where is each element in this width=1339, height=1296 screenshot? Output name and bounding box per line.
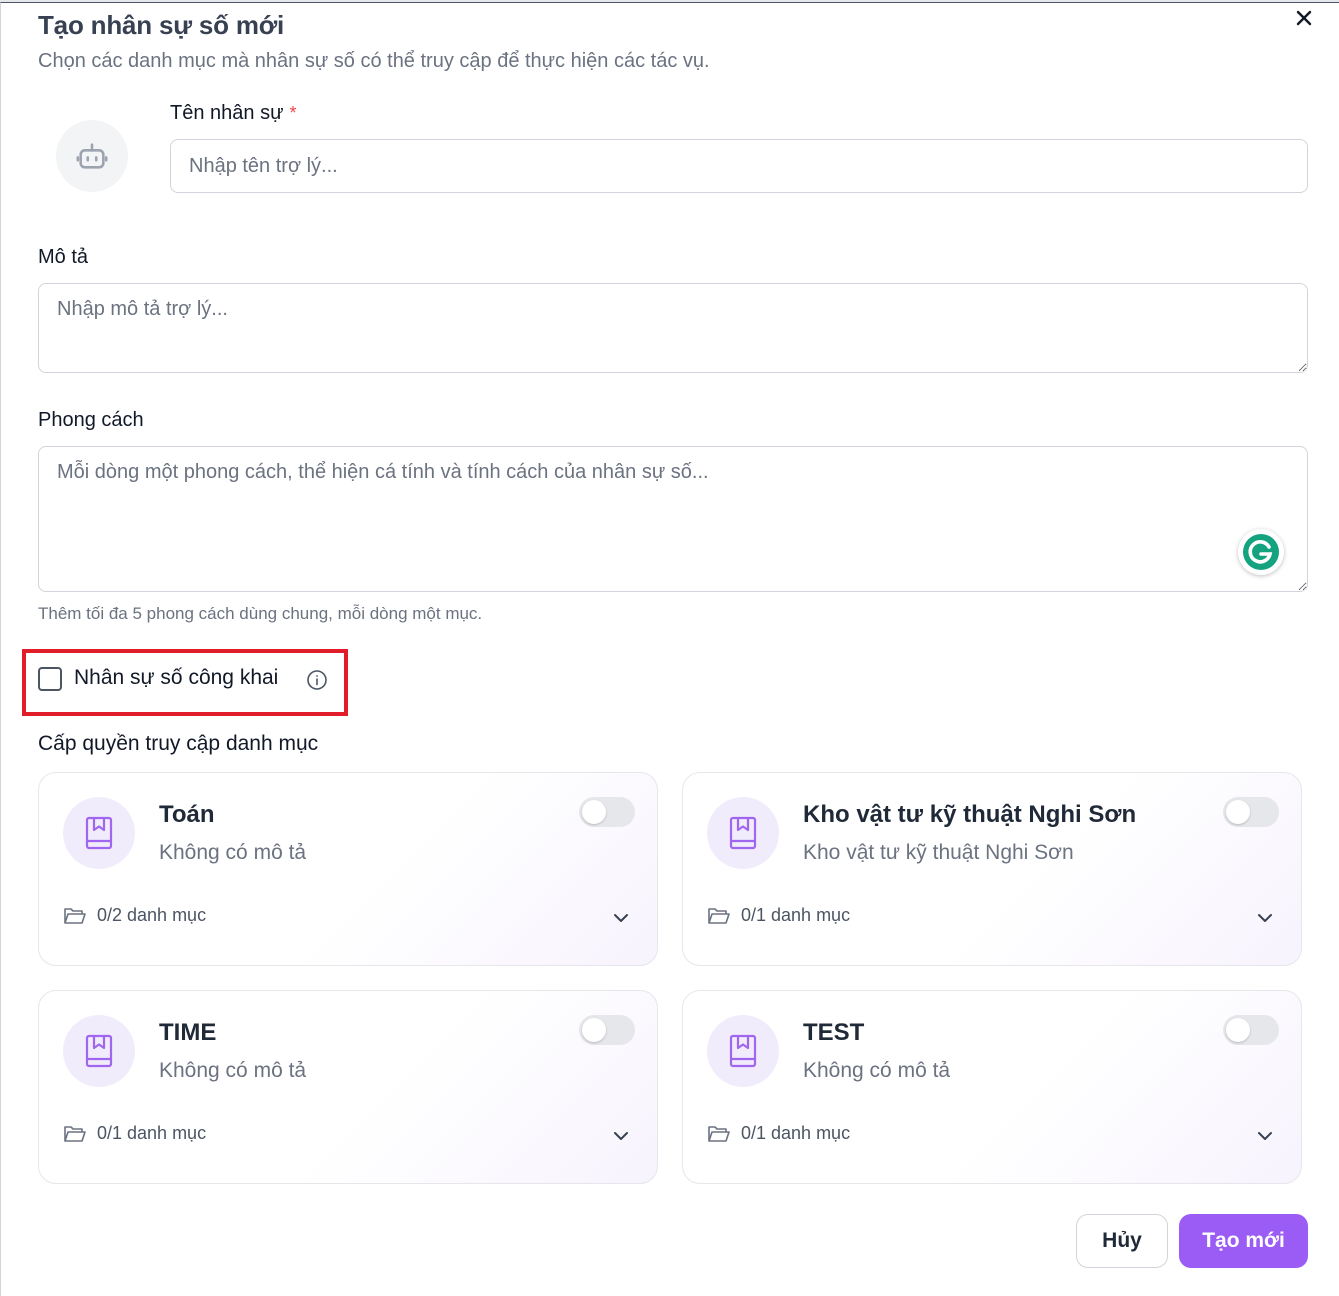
category-icon-wrap <box>707 797 779 869</box>
name-label-text: Tên nhân sự <box>170 102 284 124</box>
card-toggle[interactable] <box>579 1015 635 1045</box>
description-textarea[interactable] <box>38 283 1308 373</box>
name-label: Tên nhân sự * <box>170 102 296 125</box>
public-checkbox[interactable] <box>38 667 62 691</box>
card-title: Toán <box>159 801 215 828</box>
expand-button[interactable] <box>1253 1124 1277 1148</box>
chevron-down-icon <box>614 1132 628 1140</box>
card-toggle[interactable] <box>579 797 635 827</box>
card-footer: 0/1 danh mục <box>63 1123 206 1144</box>
folder-open-icon <box>64 1125 86 1142</box>
required-mark: * <box>289 103 297 123</box>
folder-open-icon <box>64 907 86 924</box>
card-count: 0/2 danh mục <box>97 905 207 925</box>
chevron-down-icon <box>1258 914 1272 922</box>
close-icon <box>1296 10 1312 26</box>
category-card-test: TEST Không có mô tả 0/1 danh mục <box>682 990 1302 1184</box>
expand-button[interactable] <box>609 1124 633 1148</box>
card-footer: 0/1 danh mục <box>707 905 850 926</box>
create-digital-staff-dialog: Tạo nhân sự số mới Chọn các danh mục mà … <box>0 2 1339 1296</box>
book-bookmark-icon <box>85 1034 113 1068</box>
category-icon-wrap <box>707 1015 779 1087</box>
style-label: Phong cách <box>38 409 144 431</box>
description-label: Mô tả <box>38 246 89 268</box>
dialog-title: Tạo nhân sự số mới <box>38 10 285 40</box>
card-description: Không có mô tả <box>159 1059 307 1082</box>
card-title: Kho vật tư kỹ thuật Nghi Sơn <box>803 801 1137 828</box>
category-icon-wrap <box>63 1015 135 1087</box>
style-hint: Thêm tối đa 5 phong cách dùng chung, mỗi… <box>38 604 483 623</box>
dialog-subtitle: Chọn các danh mục mà nhân sự số có thể t… <box>38 50 710 72</box>
cancel-button[interactable]: Hủy <box>1076 1214 1168 1268</box>
card-count: 0/1 danh mục <box>741 905 851 925</box>
grammarly-button[interactable] <box>1238 529 1284 575</box>
grammarly-icon <box>1243 534 1279 570</box>
category-icon-wrap <box>63 797 135 869</box>
card-count: 0/1 danh mục <box>97 1123 207 1143</box>
book-bookmark-icon <box>729 816 757 850</box>
chevron-down-icon <box>614 914 628 922</box>
card-description: Không có mô tả <box>159 841 307 864</box>
info-icon[interactable] <box>306 669 328 691</box>
card-footer: 0/1 danh mục <box>707 1123 850 1144</box>
public-label[interactable]: Nhân sự số công khai <box>74 666 278 690</box>
folder-open-icon <box>708 907 730 924</box>
category-card-kho-vat-tu: Kho vật tư kỹ thuật Nghi Sơn Kho vật tư … <box>682 772 1302 966</box>
close-button[interactable] <box>1291 5 1317 31</box>
folder-open-icon <box>708 1125 730 1142</box>
card-footer: 0/2 danh mục <box>63 905 206 926</box>
expand-button[interactable] <box>609 906 633 930</box>
card-description: Kho vật tư kỹ thuật Nghi Sơn <box>803 841 1074 864</box>
card-title: TEST <box>803 1019 865 1046</box>
card-toggle[interactable] <box>1223 1015 1279 1045</box>
style-textarea[interactable] <box>38 446 1308 592</box>
expand-button[interactable] <box>1253 906 1277 930</box>
bot-icon <box>76 143 108 169</box>
card-toggle[interactable] <box>1223 797 1279 827</box>
book-bookmark-icon <box>729 1034 757 1068</box>
card-count: 0/1 danh mục <box>741 1123 851 1143</box>
category-card-toan: Toán Không có mô tả 0/2 danh mục <box>38 772 658 966</box>
card-description: Không có mô tả <box>803 1059 951 1082</box>
access-section-label: Cấp quyền truy cập danh mục <box>38 732 319 755</box>
name-input[interactable] <box>170 139 1308 193</box>
create-button[interactable]: Tạo mới <box>1179 1214 1308 1268</box>
avatar[interactable] <box>56 120 128 192</box>
card-title: TIME <box>159 1019 217 1046</box>
category-card-time: TIME Không có mô tả 0/1 danh mục <box>38 990 658 1184</box>
chevron-down-icon <box>1258 1132 1272 1140</box>
book-bookmark-icon <box>85 816 113 850</box>
